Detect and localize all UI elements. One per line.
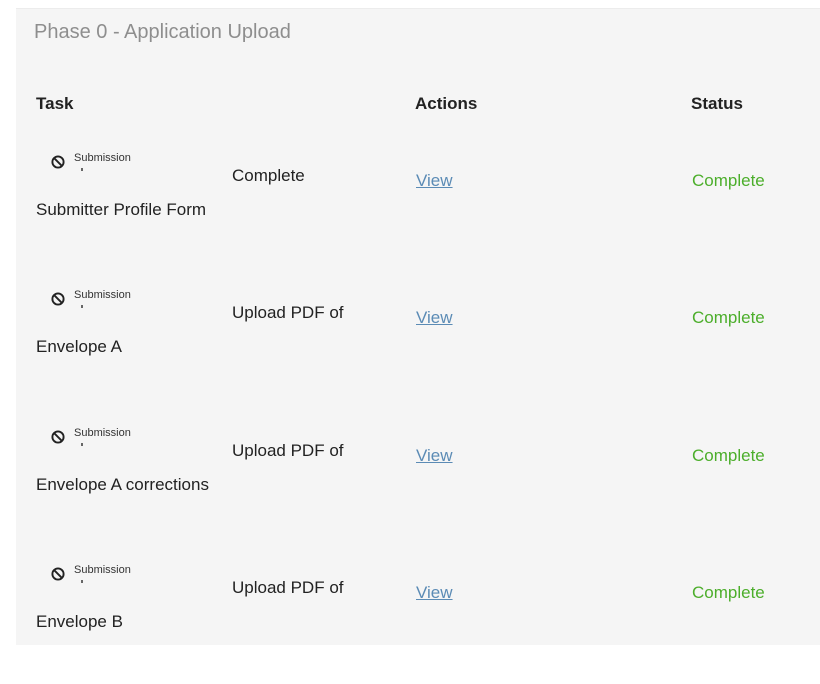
column-header-task: Task xyxy=(36,94,74,113)
task-name-line2: Submitter Profile Form xyxy=(36,200,207,219)
submission-marker xyxy=(81,580,83,583)
view-link[interactable]: View xyxy=(416,583,453,603)
ban-icon xyxy=(51,292,65,306)
submission-marker xyxy=(81,443,83,446)
phase-title: Phase 0 - Application Upload xyxy=(34,21,291,43)
view-link[interactable]: View xyxy=(416,308,453,328)
submission-marker xyxy=(81,305,83,308)
task-name-line1: Upload PDF of xyxy=(232,441,344,460)
submission-label: Submission xyxy=(74,564,131,576)
submission-label: Submission xyxy=(74,152,131,164)
table-row: Submission Upload PDF of Envelope A View… xyxy=(16,289,820,409)
submission-indicator: Submission xyxy=(50,152,131,174)
status-text: Complete xyxy=(692,583,765,602)
table-row: Submission Upload PDF of Envelope A corr… xyxy=(16,427,820,547)
submission-label: Submission xyxy=(74,427,131,439)
phase-panel: Phase 0 - Application Upload Task Action… xyxy=(16,8,820,645)
task-name-line2: Envelope A corrections xyxy=(36,475,209,494)
submission-indicator: Submission xyxy=(50,427,131,449)
submission-indicator: Submission xyxy=(50,564,131,586)
view-link[interactable]: View xyxy=(416,171,453,191)
table-row: Submission Complete Submitter Profile Fo… xyxy=(16,152,820,272)
task-name-line2: Envelope B xyxy=(36,612,123,631)
status-text: Complete xyxy=(692,308,765,327)
submission-label: Submission xyxy=(74,289,131,301)
status-text: Complete xyxy=(692,171,765,190)
ban-icon xyxy=(51,567,65,581)
task-name-line1: Upload PDF of xyxy=(232,578,344,597)
task-name-line2: Envelope A xyxy=(36,337,123,356)
task-name-line1: Complete xyxy=(232,166,305,185)
submission-indicator: Submission xyxy=(50,289,131,311)
task-name-line1: Upload PDF of xyxy=(232,303,344,322)
column-header-status: Status xyxy=(691,94,743,113)
ban-icon xyxy=(51,155,65,169)
column-header-actions: Actions xyxy=(415,94,478,113)
ban-icon xyxy=(51,430,65,444)
status-text: Complete xyxy=(692,446,765,465)
submission-marker xyxy=(81,168,83,171)
table-row: Submission Upload PDF of Envelope B View… xyxy=(16,564,820,684)
view-link[interactable]: View xyxy=(416,446,453,466)
